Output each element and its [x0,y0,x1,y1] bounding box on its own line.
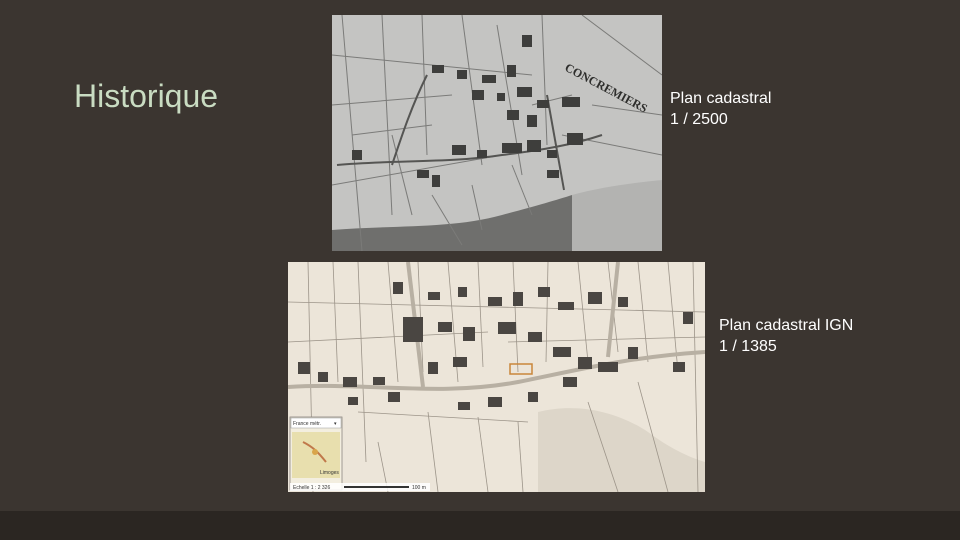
slide-title: Historique [74,78,219,114]
ign-map-caption: Plan cadastral IGN 1 / 1385 [719,315,853,357]
old-map-caption-scale: 1 / 2500 [670,111,728,128]
ign-map-caption-title: Plan cadastral IGN [719,317,854,334]
old-map-caption: Plan cadastral 1 / 2500 [670,88,771,130]
overview-dropdown-value[interactable]: France métr. [293,421,321,427]
slide-footer-bar [0,511,960,540]
old-cadastral-map: CONCREMIERS [332,15,662,251]
map-scale-distance: 100 m [412,485,426,491]
map-scale-text: Echelle 1 : 2 326 [293,485,330,491]
ign-cadastral-map: France métr. ▾ Limoges Echelle 1 : 2 326… [288,262,705,492]
overview-place-label: Limoges [320,470,339,476]
ign-map-caption-scale: 1 / 1385 [719,338,777,355]
old-map-caption-title: Plan cadastral [670,90,772,107]
map-scale-bar: Echelle 1 : 2 326 100 m [290,483,430,491]
ign-overview-minimap[interactable]: France métr. ▾ Limoges [289,416,343,491]
